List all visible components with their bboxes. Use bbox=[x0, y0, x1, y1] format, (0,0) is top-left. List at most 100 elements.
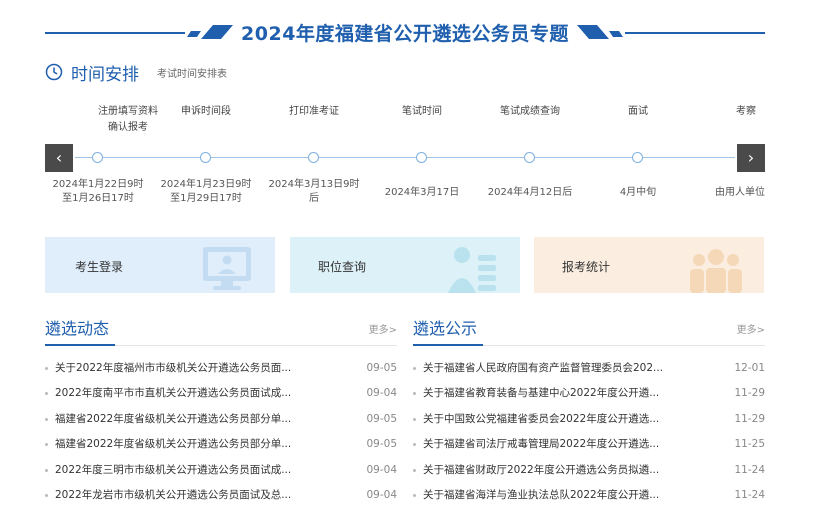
timeline-track: ‹ › bbox=[45, 144, 765, 172]
item-date: 09-04 bbox=[366, 488, 397, 501]
schedule-subtitle: 考试时间安排表 bbox=[157, 68, 227, 80]
banner-decoration-right-icon bbox=[577, 25, 623, 39]
step-label: 考察 bbox=[736, 106, 756, 117]
panel-title: 遴选动态 bbox=[45, 319, 110, 338]
list-item[interactable]: 福建省2022年度省级机关公开遴选公务员部分单... 09-05 bbox=[45, 432, 397, 457]
more-link[interactable]: 更多> bbox=[737, 321, 765, 336]
card-label: 报考统计 bbox=[562, 260, 611, 274]
panel-header: 遴选动态 更多> bbox=[45, 310, 397, 346]
step-date: 2024年1月23日9时 至1月29日17时 bbox=[160, 179, 252, 204]
person-document-icon bbox=[448, 247, 496, 293]
monitor-user-icon bbox=[203, 247, 251, 290]
topic-banner: 2024年度福建省公开遴选公务员专题 bbox=[45, 18, 765, 46]
item-title: 2022年度三明市市级机关公开遴选公务员面试成... bbox=[55, 463, 292, 476]
schedule-header: 时间安排 考试时间安排表 bbox=[45, 60, 227, 85]
timeline-dot bbox=[200, 152, 211, 163]
step-date: 2024年4月12日后 bbox=[487, 187, 573, 198]
list-item[interactable]: 2022年龙岩市市级机关公开遴选公务员面试及总... 09-04 bbox=[45, 483, 397, 508]
selection-notice-panel: 遴选公示 更多> 关于福建省人民政府国有资产监督管理委员会202... 12-01… bbox=[413, 310, 765, 508]
item-title: 福建省2022年度省级机关公开遴选公务员部分单... bbox=[55, 412, 292, 425]
timeline-dot bbox=[632, 152, 643, 163]
bullet-icon bbox=[45, 392, 48, 396]
item-title: 关于福建省财政厅2022年度公开遴选公务员拟遴... bbox=[423, 463, 660, 476]
item-title: 关于福建省司法厅戒毒管理局2022年度公开遴选... bbox=[423, 438, 660, 451]
item-title: 福建省2022年度省级机关公开遴选公务员部分单... bbox=[55, 438, 292, 451]
item-date: 11-25 bbox=[734, 438, 765, 451]
card-label: 职位查询 bbox=[318, 260, 367, 274]
panel-title: 遴选公示 bbox=[413, 319, 478, 338]
application-statistics-card[interactable]: 报考统计 bbox=[534, 237, 764, 293]
bullet-icon bbox=[45, 443, 48, 447]
item-date: 12-01 bbox=[734, 362, 765, 374]
item-date: 09-04 bbox=[366, 463, 397, 476]
timeline-step-dates: 2024年1月22日9时 至1月26日17时 2024年1月23日9时 至1月29日… bbox=[45, 178, 765, 214]
item-date: 09-05 bbox=[366, 438, 397, 451]
item-date: 11-24 bbox=[734, 463, 765, 476]
list-item[interactable]: 关于福建省海洋与渔业执法总队2022年度公开遴... 11-24 bbox=[413, 483, 765, 508]
list-item[interactable]: 关于2022年度福州市市级机关公开遴选公务员面... 09-05 bbox=[45, 356, 397, 381]
bullet-icon bbox=[413, 493, 416, 497]
timeline-dot bbox=[416, 152, 427, 163]
item-date: 11-29 bbox=[734, 387, 765, 400]
notice-list: 关于福建省人民政府国有资产监督管理委员会202... 12-01 关于福建省教育装… bbox=[413, 356, 765, 508]
step-label: 申诉时间段 bbox=[181, 106, 231, 117]
bullet-icon bbox=[413, 392, 416, 396]
timeline-step-labels: 注册填写资料 确认报考 申诉时间段 打印准考证 笔试时间 笔试成绩查询 面试 考察 bbox=[45, 104, 765, 138]
bullet-icon bbox=[413, 367, 416, 370]
step-date: 由用人单位 bbox=[715, 187, 765, 198]
bullet-icon bbox=[45, 417, 48, 421]
item-title: 关于福建省人民政府国有资产监督管理委员会202... bbox=[423, 362, 664, 374]
panel-header: 遴选公示 更多> bbox=[413, 310, 765, 346]
more-link[interactable]: 更多> bbox=[369, 321, 397, 336]
bullet-icon bbox=[45, 493, 48, 497]
list-item[interactable]: 关于福建省司法厅戒毒管理局2022年度公开遴选... 11-25 bbox=[413, 432, 765, 457]
step-date: 2024年3月13日9时后 bbox=[268, 179, 360, 204]
bullet-icon bbox=[45, 468, 48, 472]
selection-news-panel: 遴选动态 更多> 关于2022年度福州市市级机关公开遴选公务员面... 09-05… bbox=[45, 310, 397, 508]
item-title: 2022年龙岩市市级机关公开遴选公务员面试及总... bbox=[55, 488, 292, 501]
step-label: 打印准考证 bbox=[289, 106, 339, 117]
schedule-title: 时间安排 bbox=[71, 64, 139, 85]
item-title: 2022年度南平市市直机关公开遴选公务员面试成... bbox=[55, 387, 292, 400]
bullet-icon bbox=[45, 367, 48, 370]
item-date: 09-04 bbox=[366, 387, 397, 400]
item-title: 关于2022年度福州市市级机关公开遴选公务员面... bbox=[55, 362, 292, 374]
list-item[interactable]: 关于福建省财政厅2022年度公开遴选公务员拟遴... 11-24 bbox=[413, 458, 765, 483]
list-item[interactable]: 关于福建省教育装备与基建中心2022年度公开遴... 11-29 bbox=[413, 381, 765, 406]
step-date: 4月中旬 bbox=[619, 187, 657, 198]
item-title: 关于中国致公党福建省委员会2022年度公开遴选... bbox=[423, 412, 660, 425]
clock-icon bbox=[45, 63, 63, 81]
bullet-icon bbox=[413, 417, 416, 421]
item-title: 关于福建省海洋与渔业执法总队2022年度公开遴... bbox=[423, 488, 660, 501]
list-item[interactable]: 关于福建省人民政府国有资产监督管理委员会202... 12-01 bbox=[413, 356, 765, 381]
bullet-icon bbox=[413, 443, 416, 447]
list-item[interactable]: 福建省2022年度省级机关公开遴选公务员部分单... 09-05 bbox=[45, 407, 397, 432]
step-date: 2024年3月17日 bbox=[384, 187, 460, 198]
panel-title-underline bbox=[413, 344, 483, 346]
item-date: 11-29 bbox=[734, 412, 765, 425]
timeline-prev-button[interactable]: ‹ bbox=[45, 144, 73, 172]
position-query-card[interactable]: 职位查询 bbox=[290, 237, 520, 293]
group-icon bbox=[690, 249, 742, 293]
list-item[interactable]: 2022年度南平市市直机关公开遴选公务员面试成... 09-04 bbox=[45, 381, 397, 406]
item-title: 关于福建省教育装备与基建中心2022年度公开遴... bbox=[423, 387, 660, 400]
panel-title-underline bbox=[45, 344, 115, 346]
bullet-icon bbox=[413, 468, 416, 472]
step-label: 笔试成绩查询 bbox=[500, 106, 560, 117]
item-date: 09-05 bbox=[366, 412, 397, 425]
item-date: 09-05 bbox=[366, 362, 397, 374]
card-label: 考生登录 bbox=[75, 260, 124, 274]
news-list: 关于2022年度福州市市级机关公开遴选公务员面... 09-05 2022年度南平… bbox=[45, 356, 397, 508]
candidate-login-card[interactable]: 考生登录 bbox=[45, 237, 275, 293]
list-item[interactable]: 2022年度三明市市级机关公开遴选公务员面试成... 09-04 bbox=[45, 458, 397, 483]
step-date: 2024年1月22日9时 至1月26日17时 bbox=[52, 179, 144, 204]
banner-line-right bbox=[625, 32, 765, 34]
timeline-next-button[interactable]: › bbox=[737, 144, 765, 172]
timeline-dot bbox=[524, 152, 535, 163]
list-item[interactable]: 关于中国致公党福建省委员会2022年度公开遴选... 11-29 bbox=[413, 407, 765, 432]
step-label: 笔试时间 bbox=[402, 106, 442, 117]
step-label: 面试 bbox=[628, 106, 648, 117]
timeline-dot bbox=[308, 152, 319, 163]
timeline-dot bbox=[92, 152, 103, 163]
item-date: 11-24 bbox=[734, 488, 765, 501]
